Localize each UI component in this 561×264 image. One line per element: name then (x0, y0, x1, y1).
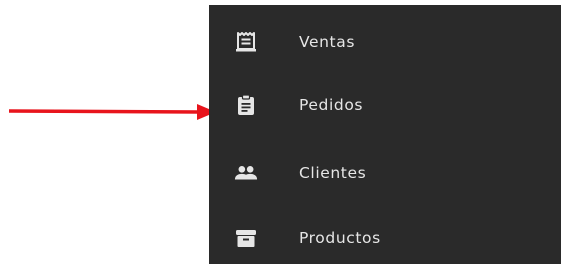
menu-item-pedidos[interactable]: Pedidos (209, 79, 561, 131)
menu-item-label: Pedidos (299, 96, 364, 114)
receipt-icon (234, 30, 258, 54)
menu-item-label: Clientes (299, 164, 367, 182)
screenshot-stage: Ventas Pedidos Clientes Productos (0, 0, 561, 264)
archive-box-icon (234, 226, 258, 250)
menu-item-label: Ventas (299, 33, 356, 51)
people-icon (234, 161, 258, 185)
menu-item-ventas[interactable]: Ventas (209, 16, 561, 68)
menu-item-productos[interactable]: Productos (209, 212, 561, 264)
navigation-menu: Ventas Pedidos Clientes Productos (209, 5, 561, 264)
annotation-arrow (9, 104, 216, 120)
clipboard-icon (234, 93, 258, 117)
menu-item-clientes[interactable]: Clientes (209, 147, 561, 199)
menu-item-label: Productos (299, 229, 381, 247)
